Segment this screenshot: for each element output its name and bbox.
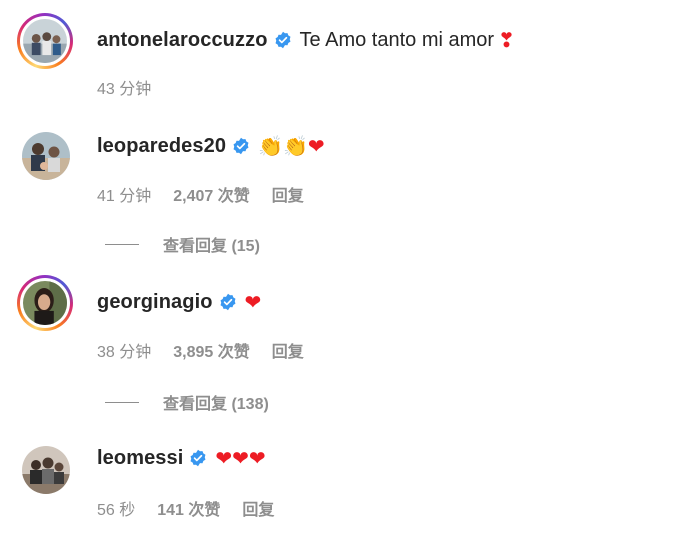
divider (105, 401, 139, 403)
reply-button[interactable]: 回复 (272, 338, 304, 362)
hearts-emoji: ❤❤❤ (215, 446, 266, 470)
comment-timestamp[interactable]: 38 分钟 (97, 338, 151, 362)
heart-emoji: ❤ (244, 290, 262, 314)
avatar[interactable] (22, 446, 70, 494)
divider (105, 243, 139, 245)
view-replies-label: 查看回复 (15) (163, 238, 260, 255)
verified-badge-icon (219, 293, 237, 311)
likes-count[interactable]: 141 次赞 (157, 496, 220, 520)
comment-item: georginagio ❤ 38 分钟 3,895 次赞 回复 查看回复 (13… (0, 270, 682, 430)
clap-heart-emoji: 👏👏❤ (258, 134, 325, 158)
comment-username[interactable]: antonelaroccuzzo (97, 29, 268, 52)
avatar[interactable] (17, 13, 73, 69)
avatar[interactable] (17, 275, 73, 331)
comment-item: leoparedes20 👏👏❤ 41 分钟 2,407 次赞 回复 查看回复 … (0, 110, 682, 270)
comment-text: Te Amo tanto mi amor (299, 28, 495, 51)
view-replies-button[interactable]: 查看回复 (138) (105, 390, 269, 414)
comment-timestamp[interactable]: 43 分钟 (97, 75, 151, 99)
comment-timestamp[interactable]: 56 秒 (97, 496, 135, 520)
comment-username[interactable]: leoparedes20 (97, 135, 226, 158)
verified-badge-icon (232, 137, 250, 155)
reply-button[interactable]: 回复 (242, 496, 274, 520)
verified-badge-icon (274, 31, 292, 49)
likes-count[interactable]: 3,895 次赞 (173, 338, 250, 362)
avatar-photo (22, 132, 70, 180)
comment-item: antonelaroccuzzo Te Amo tanto mi amor ❣ … (0, 0, 682, 110)
comment-username[interactable]: georginagio (97, 291, 213, 314)
avatar-photo (23, 281, 67, 325)
reply-button[interactable]: 回复 (272, 182, 304, 206)
avatar[interactable] (22, 132, 70, 180)
comment-username[interactable]: leomessi (97, 447, 183, 470)
likes-count[interactable]: 2,407 次赞 (173, 182, 250, 206)
view-replies-label: 查看回复 (138) (163, 396, 269, 413)
avatar-photo (22, 446, 70, 494)
avatar-photo (23, 19, 67, 63)
comment-timestamp[interactable]: 41 分钟 (97, 182, 151, 206)
heart-exclamation-icon: ❣ (498, 28, 515, 52)
verified-badge-icon (189, 449, 207, 467)
comment-item: leomessi ❤❤❤ 56 秒 141 次赞 回复 (0, 430, 682, 538)
view-replies-button[interactable]: 查看回复 (15) (105, 232, 260, 256)
